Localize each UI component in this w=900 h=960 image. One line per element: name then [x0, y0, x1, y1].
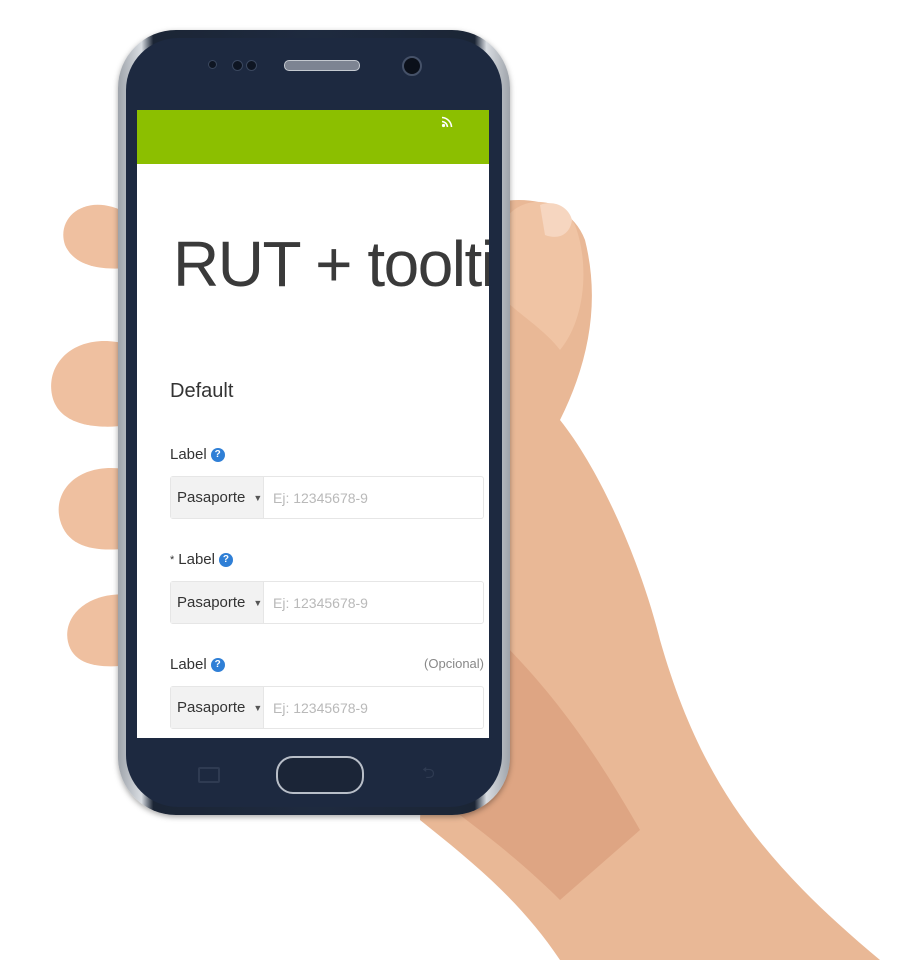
document-type-value: Pasaporte [177, 699, 246, 716]
front-camera [402, 56, 422, 76]
rut-field: Pasaporte ▼ [170, 686, 484, 729]
optional-hint: (Opcional) [424, 656, 484, 671]
sensor-dot [208, 60, 217, 69]
field-label-text: Label [170, 656, 207, 673]
top-app-bar [137, 110, 489, 164]
earpiece-speaker [284, 60, 360, 71]
question-circle-icon[interactable]: ? [210, 447, 225, 462]
caret-down-icon: ▼ [253, 702, 263, 713]
scene: ⮌ RUT + tooltip Default Label ? Pasaport… [0, 0, 900, 960]
sensor-dot [232, 60, 243, 71]
back-key-icon[interactable]: ⮌ [422, 766, 444, 782]
field-label: * Label ? [170, 551, 233, 568]
rut-input[interactable] [264, 477, 483, 518]
phone-screen: RUT + tooltip Default Label ? Pasaporte … [137, 110, 489, 738]
field-label: Label ? [170, 656, 225, 673]
home-button[interactable] [276, 756, 364, 794]
rut-field: Pasaporte ▼ [170, 581, 484, 624]
caret-down-icon: ▼ [253, 492, 263, 503]
document-type-value: Pasaporte [177, 594, 246, 611]
sensor-dot [246, 60, 257, 71]
phone-top-details [126, 38, 502, 118]
recents-key[interactable] [198, 767, 220, 783]
wifi-icon [441, 116, 453, 128]
document-type-value: Pasaporte [177, 489, 246, 506]
required-mark: * [170, 553, 175, 566]
field-label: Label ? [170, 446, 225, 463]
question-circle-icon[interactable]: ? [210, 657, 225, 672]
document-type-select[interactable]: Pasaporte ▼ [171, 477, 264, 518]
rut-field: Pasaporte ▼ [170, 476, 484, 519]
document-type-select[interactable]: Pasaporte ▼ [171, 687, 264, 728]
rut-input[interactable] [264, 582, 483, 623]
document-type-select[interactable]: Pasaporte ▼ [171, 582, 264, 623]
field-label-text: Label [170, 446, 207, 463]
question-circle-icon[interactable]: ? [218, 552, 233, 567]
caret-down-icon: ▼ [253, 597, 263, 608]
page-title: RUT + tooltip [173, 228, 489, 300]
rut-input[interactable] [264, 687, 483, 728]
section-title: Default [170, 380, 234, 402]
field-label-text: Label [178, 551, 215, 568]
